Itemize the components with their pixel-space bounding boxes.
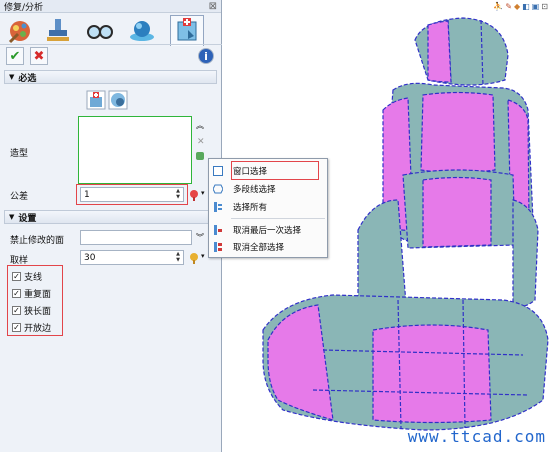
settings-header-label: 设置	[18, 213, 37, 224]
sample-dropdown-icon[interactable]: ▾	[201, 252, 205, 260]
polyline-select-icon	[213, 184, 223, 194]
menu-item-label: 取消全部选择	[233, 243, 285, 253]
collapse-icon: ▼	[9, 213, 15, 221]
watermark: www.ttcad.com	[407, 427, 546, 446]
command-panel: 修复/分析 ⊠ ✔ ✖ i ▼ 必选 造型 ︽ ✕ 公差 1 ▲ ▼ ▾ ▼ 设…	[0, 0, 222, 452]
window-select-icon	[213, 166, 223, 176]
cancel-button[interactable]: ✖	[30, 47, 48, 65]
forbid-faces-label: 禁止修改的面	[10, 236, 65, 246]
chevron-up-icon[interactable]: ︽	[196, 120, 204, 131]
undo-last-select-icon	[214, 225, 222, 235]
filter-shape-icon[interactable]	[108, 90, 128, 110]
glasses-icon[interactable]	[86, 16, 114, 44]
select-all-icon	[214, 202, 222, 212]
tolerance-dropdown-icon[interactable]: ▾	[201, 189, 205, 197]
menu-item-label: 选择所有	[233, 203, 268, 213]
menu-item-undo-last-select[interactable]: 取消最后一次选择	[209, 222, 327, 238]
action-row: ✔ ✖ i	[0, 44, 222, 66]
panel-title: 修复/分析	[4, 2, 44, 13]
tolerance-measure-icon[interactable]	[188, 189, 200, 201]
settings-section-header[interactable]: ▼ 设置	[4, 210, 217, 224]
menu-item-label: 多段线选择	[233, 185, 276, 195]
menu-item-polyline-select[interactable]: 多段线选择	[209, 181, 327, 197]
select-shape-icon[interactable]	[86, 90, 106, 110]
shape-list-box[interactable]	[78, 116, 192, 184]
analysis-icon[interactable]	[174, 16, 202, 44]
tool-tabs	[0, 14, 222, 46]
ok-button[interactable]: ✔	[6, 47, 24, 65]
tolerance-highlight	[76, 184, 188, 205]
tolerance-label: 公差	[10, 192, 29, 202]
chevron-down-icon[interactable]: ︾	[196, 232, 204, 243]
sample-option-icon[interactable]	[188, 252, 200, 264]
sample-spinner[interactable]: ▲ ▼	[174, 251, 182, 264]
info-button[interactable]: i	[198, 48, 214, 64]
clear-icon[interactable]: ✕	[197, 137, 205, 147]
menu-item-highlight	[231, 161, 319, 180]
sample-input[interactable]: 30 ▲ ▼	[80, 250, 184, 265]
collapse-icon: ▼	[9, 73, 15, 81]
undo-all-select-icon	[214, 242, 222, 252]
sample-value: 30	[84, 252, 96, 263]
forbid-faces-input[interactable]	[80, 230, 192, 245]
checks-highlight	[7, 265, 63, 336]
menu-item-undo-all-select[interactable]: 取消全部选择	[209, 239, 327, 255]
menu-item-label: 取消最后一次选择	[233, 226, 302, 236]
menu-item-select-all[interactable]: 选择所有	[209, 199, 327, 215]
stamp-icon[interactable]	[44, 16, 72, 44]
menu-separator	[231, 218, 325, 219]
heal-icon[interactable]	[6, 16, 34, 44]
required-header-label: 必选	[18, 73, 37, 84]
pick-icon[interactable]	[196, 152, 204, 160]
selection-context-menu: 窗口选择 多段线选择 选择所有 取消最后一次选择 取消全部选择	[208, 158, 328, 258]
shape-label: 造型	[10, 149, 29, 159]
panel-title-bar: 修复/分析 ⊠	[0, 0, 221, 13]
sphere-icon[interactable]	[128, 16, 156, 44]
required-section-header[interactable]: ▼ 必选	[4, 70, 217, 84]
close-icon[interactable]: ⊠	[209, 1, 217, 12]
